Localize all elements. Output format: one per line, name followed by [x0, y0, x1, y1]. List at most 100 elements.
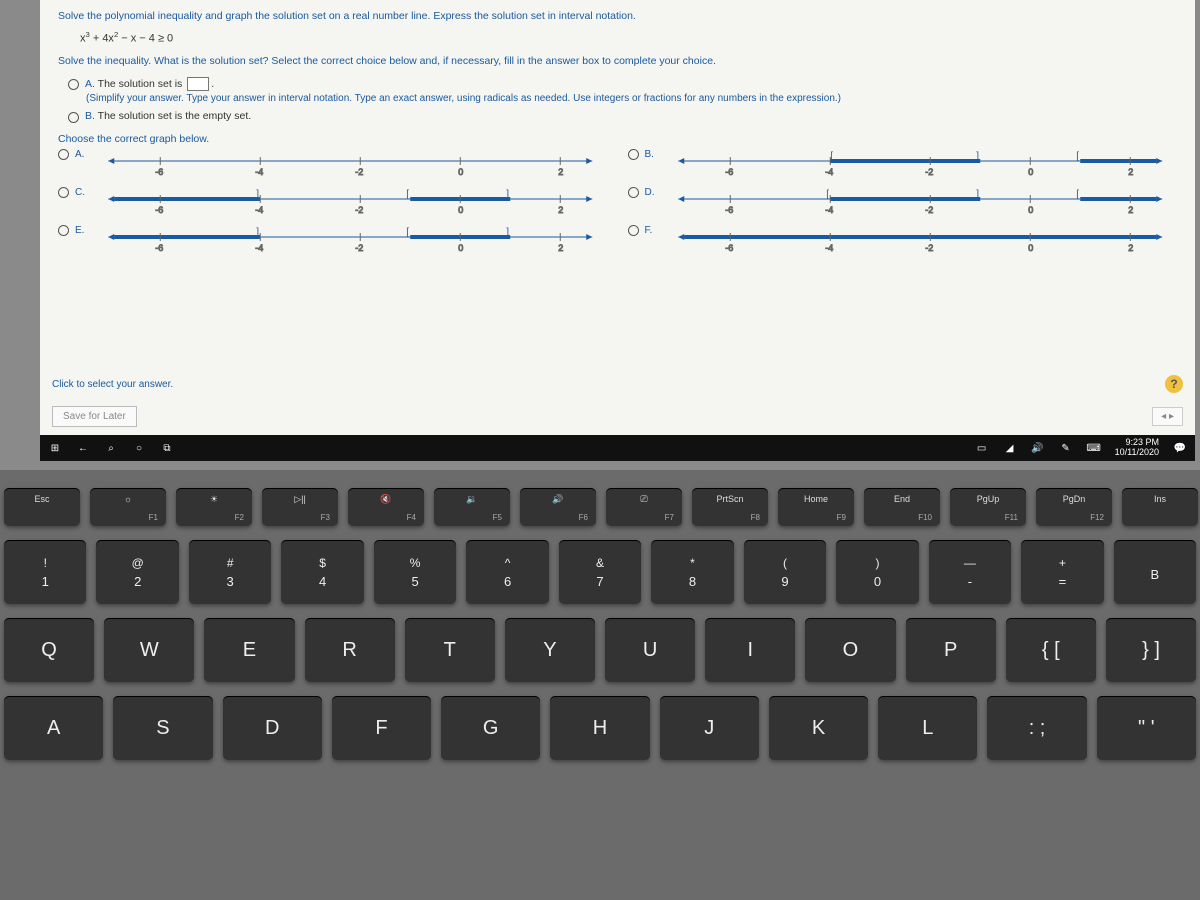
radio-b[interactable]: [68, 112, 79, 123]
fn-key: ▷||F3: [262, 488, 338, 526]
svg-text:0: 0: [1028, 205, 1033, 215]
back-icon[interactable]: ←: [76, 441, 90, 455]
choice-b-label: B.: [85, 110, 95, 122]
graph-e-label: E.: [75, 225, 89, 236]
svg-text:-2: -2: [355, 167, 363, 177]
choice-a-row[interactable]: A. The solution set is .: [68, 77, 1177, 91]
choice-b-text: The solution set is the empty set.: [98, 110, 252, 122]
letter-key: D: [223, 696, 322, 760]
fn-key: PrtScnF8: [692, 488, 768, 526]
svg-text:-2: -2: [355, 205, 363, 215]
svg-text:-4: -4: [825, 167, 833, 177]
svg-text:-4: -4: [825, 205, 833, 215]
save-for-later-button[interactable]: Save for Later: [52, 406, 137, 427]
start-icon[interactable]: ⊞: [48, 441, 62, 455]
graph-option-e[interactable]: E. -6 -4 -2 0 2 ] [ ]: [58, 225, 608, 261]
radio-graph-e[interactable]: [58, 225, 69, 236]
numberline-b: -6 -4 -2 0 2 [ ] [: [663, 149, 1178, 185]
radio-graph-d[interactable]: [628, 187, 639, 198]
taskview-icon[interactable]: ⧉: [160, 441, 174, 455]
svg-text:2: 2: [1128, 167, 1133, 177]
svg-text:[: [: [830, 151, 833, 162]
svg-text:-4: -4: [255, 243, 263, 253]
letter-key: R: [305, 618, 395, 682]
volume-icon[interactable]: 🔊: [1031, 441, 1045, 455]
num-key: &7: [559, 540, 641, 604]
windows-taskbar: ⊞ ← ⌕ ○ ⧉ ▭ ◢ 🔊 ✎ ⌨ 9:23 PM 10/11/2020 💬: [40, 435, 1195, 461]
svg-text:-4: -4: [255, 205, 263, 215]
letter-key: O: [805, 618, 895, 682]
svg-text:-4: -4: [825, 243, 833, 253]
graph-option-a[interactable]: A. -6 -4 -2 0 2: [58, 149, 608, 185]
help-icon[interactable]: ?: [1165, 375, 1183, 393]
letter-key: W: [104, 618, 194, 682]
graph-option-d[interactable]: D. -6 -4 -2 0 2 [ ] [: [628, 187, 1178, 223]
svg-text:-6: -6: [155, 205, 163, 215]
letter-key: " ': [1097, 696, 1196, 760]
radio-graph-c[interactable]: [58, 187, 69, 198]
num-key: ^6: [466, 540, 548, 604]
letter-key: F: [332, 696, 431, 760]
svg-text:]: ]: [256, 227, 259, 238]
battery-icon[interactable]: ▭: [975, 441, 989, 455]
svg-text:]: ]: [256, 189, 259, 200]
svg-text:[: [: [1076, 189, 1079, 200]
answer-input[interactable]: [187, 77, 209, 91]
svg-text:2: 2: [558, 167, 563, 177]
fn-key: 🔊F6: [520, 488, 596, 526]
svg-text:[: [: [406, 189, 409, 200]
letter-key: } ]: [1106, 618, 1196, 682]
notification-icon[interactable]: 💬: [1173, 441, 1187, 455]
svg-text:0: 0: [1028, 243, 1033, 253]
graph-options: A. -6 -4 -2 0 2 B.: [58, 149, 1177, 261]
letter-key: : ;: [987, 696, 1086, 760]
question-prompt: Solve the polynomial inequality and grap…: [58, 10, 1177, 22]
radio-graph-a[interactable]: [58, 149, 69, 160]
svg-text:[: [: [826, 189, 829, 200]
num-key: %5: [374, 540, 456, 604]
graph-option-c[interactable]: C. -6 -4 -2 0 2 ] [ ]: [58, 187, 608, 223]
numberline-a: -6 -4 -2 0 2: [93, 149, 608, 185]
radio-graph-b[interactable]: [628, 149, 639, 160]
nav-arrows[interactable]: ◂ ▸: [1152, 407, 1183, 426]
graph-option-f[interactable]: F. -6 -4 -2 0 2: [628, 225, 1178, 261]
svg-text:-2: -2: [925, 243, 933, 253]
wifi-icon[interactable]: ◢: [1003, 441, 1017, 455]
graph-f-label: F.: [645, 225, 659, 236]
choose-graph-label: Choose the correct graph below.: [58, 133, 1177, 145]
num-key: $4: [281, 540, 363, 604]
graph-d-label: D.: [645, 187, 659, 198]
graph-a-label: A.: [75, 149, 89, 160]
letter-key: I: [705, 618, 795, 682]
svg-text:-2: -2: [925, 205, 933, 215]
svg-text:2: 2: [558, 205, 563, 215]
search-icon[interactable]: ⌕: [104, 441, 118, 455]
fn-key: Ins: [1122, 488, 1198, 526]
svg-text:-6: -6: [725, 205, 733, 215]
numberline-e: -6 -4 -2 0 2 ] [ ]: [93, 225, 608, 261]
svg-text:2: 2: [1128, 243, 1133, 253]
pen-icon[interactable]: ✎: [1059, 441, 1073, 455]
keyboard-icon[interactable]: ⌨: [1087, 441, 1101, 455]
fn-key: PgDnF12: [1036, 488, 1112, 526]
graph-option-b[interactable]: B. -6 -4 -2 0 2 [ ] [: [628, 149, 1178, 185]
radio-a[interactable]: [68, 79, 79, 90]
svg-text:]: ]: [506, 227, 509, 238]
graph-b-label: B.: [645, 149, 659, 160]
svg-text:]: ]: [976, 151, 979, 162]
letter-key: J: [660, 696, 759, 760]
svg-text:0: 0: [458, 205, 463, 215]
svg-text:0: 0: [458, 167, 463, 177]
fn-key: ☀F2: [176, 488, 252, 526]
radio-graph-f[interactable]: [628, 225, 639, 236]
choice-a-text: The solution set is: [98, 77, 183, 89]
clock[interactable]: 9:23 PM 10/11/2020: [1115, 438, 1159, 458]
num-key: @2: [96, 540, 178, 604]
letter-key: T: [405, 618, 495, 682]
clock-date: 10/11/2020: [1115, 448, 1159, 458]
cortana-icon[interactable]: ○: [132, 441, 146, 455]
choice-b-row[interactable]: B. The solution set is the empty set.: [68, 110, 1177, 123]
choice-a-hint: (Simplify your answer. Type your answer …: [86, 93, 1177, 104]
svg-text:-4: -4: [255, 167, 263, 177]
fn-key: EndF10: [864, 488, 940, 526]
